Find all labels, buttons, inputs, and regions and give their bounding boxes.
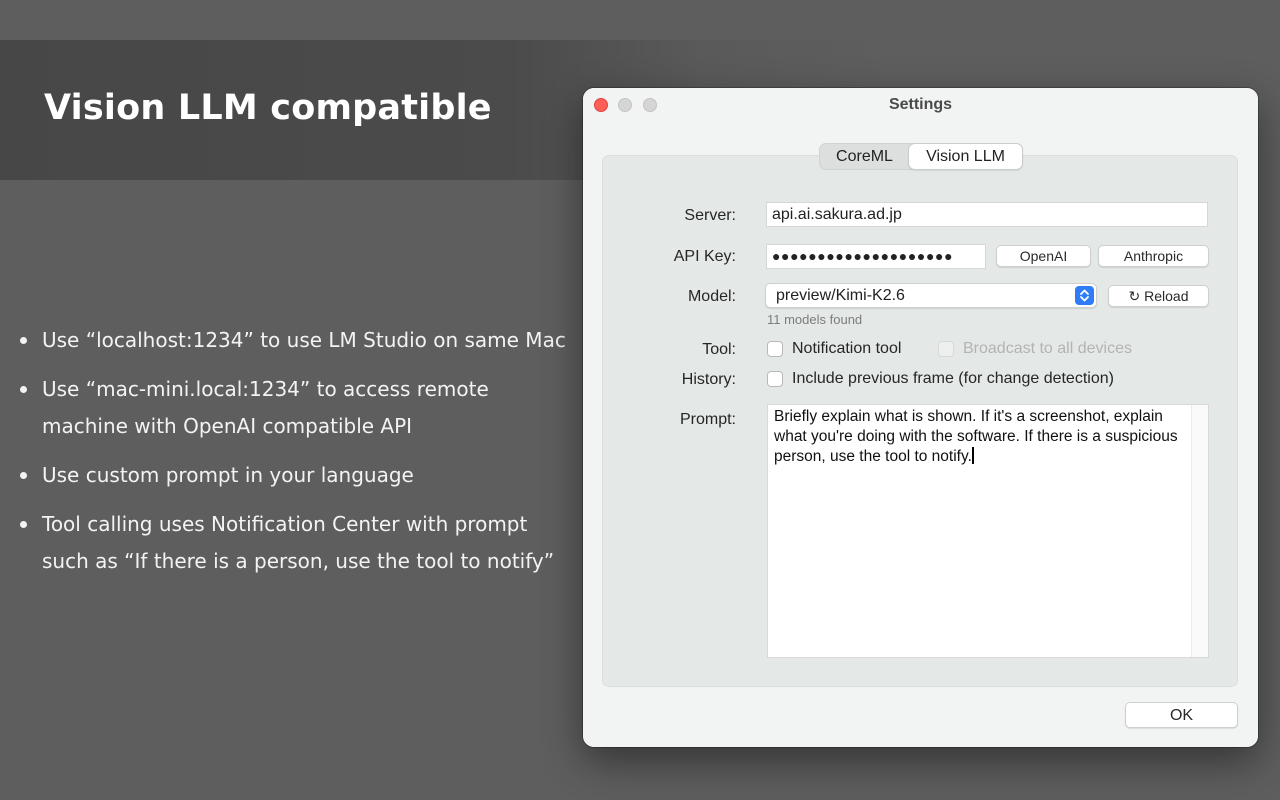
bullet-localhost: Use “localhost:1234” to use LM Studio on… bbox=[20, 322, 570, 359]
models-found-hint: 11 models found bbox=[767, 312, 863, 327]
api-key-input[interactable]: ●●●●●●●●●●●●●●●●●●●● bbox=[766, 244, 986, 269]
prompt-text: Briefly explain what is shown. If it's a… bbox=[774, 407, 1186, 467]
text-caret bbox=[971, 447, 974, 464]
chevron-up-down-icon bbox=[1075, 286, 1094, 305]
include-previous-frame-checkbox[interactable] bbox=[767, 371, 783, 387]
include-previous-frame-label[interactable]: Include previous frame (for change detec… bbox=[792, 370, 1114, 388]
openai-button[interactable]: OpenAI bbox=[996, 245, 1091, 267]
anthropic-button[interactable]: Anthropic bbox=[1098, 245, 1209, 267]
notification-tool-label[interactable]: Notification tool bbox=[792, 340, 901, 358]
title-bar[interactable]: Settings bbox=[583, 88, 1258, 124]
settings-window: Settings Server: api.ai.sakura.ad.jp API… bbox=[583, 88, 1258, 747]
broadcast-label: Broadcast to all devices bbox=[963, 340, 1132, 357]
bullet-custom-prompt: Use custom prompt in your language bbox=[20, 457, 570, 494]
api-key-label: API Key: bbox=[673, 248, 736, 265]
headline: Vision LLM compatible bbox=[44, 88, 492, 128]
reload-button[interactable]: ↻ Reload bbox=[1108, 285, 1209, 307]
tab-coreml[interactable]: CoreML bbox=[820, 144, 909, 169]
tool-label: Tool: bbox=[702, 341, 736, 358]
bullet-remote-machine: Use “mac-mini.local:1234” to access remo… bbox=[20, 371, 570, 445]
prompt-textarea[interactable]: Briefly explain what is shown. If it's a… bbox=[767, 404, 1209, 658]
model-select-value: preview/Kimi-K2.6 bbox=[776, 287, 905, 304]
prompt-scrollbar[interactable] bbox=[1191, 405, 1208, 657]
prompt-label: Prompt: bbox=[679, 411, 736, 428]
reload-button-label: Reload bbox=[1144, 288, 1189, 304]
model-label: Model: bbox=[687, 288, 736, 305]
model-select[interactable]: preview/Kimi-K2.6 bbox=[765, 283, 1097, 308]
ok-button[interactable]: OK bbox=[1125, 702, 1238, 728]
reload-icon: ↻ bbox=[1128, 288, 1141, 304]
bullet-tool-calling: Tool calling uses Notification Center wi… bbox=[20, 506, 570, 580]
tab-bar: CoreML Vision LLM bbox=[819, 143, 1023, 170]
tab-vision-llm[interactable]: Vision LLM bbox=[909, 144, 1022, 169]
feature-bullet-list: Use “localhost:1234” to use LM Studio on… bbox=[20, 322, 570, 592]
server-input[interactable]: api.ai.sakura.ad.jp bbox=[766, 202, 1208, 227]
notification-tool-checkbox[interactable] bbox=[767, 341, 783, 357]
history-label: History: bbox=[681, 371, 736, 388]
server-label: Server: bbox=[684, 207, 736, 224]
prompt-value: Briefly explain what is shown. If it's a… bbox=[774, 408, 1182, 465]
broadcast-checkbox[interactable] bbox=[938, 341, 954, 357]
window-title: Settings bbox=[888, 96, 953, 113]
